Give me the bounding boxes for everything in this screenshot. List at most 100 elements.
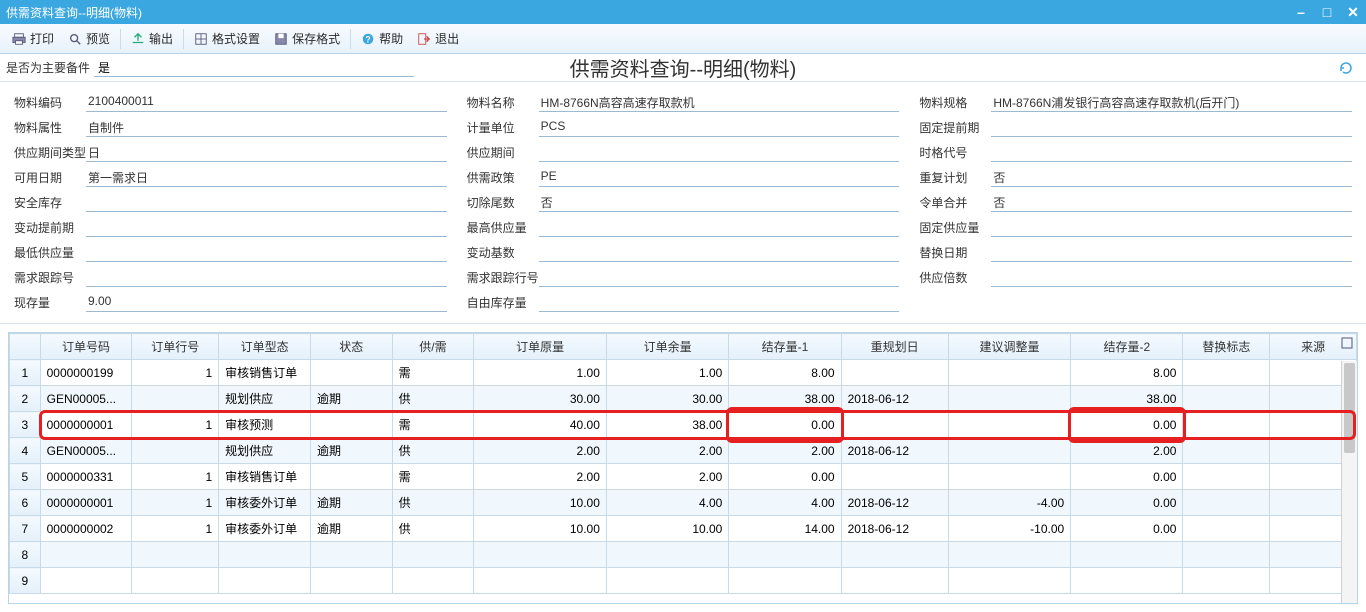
table-cell[interactable]: [841, 360, 948, 386]
info-value[interactable]: HM-8766N高容高速存取款机: [539, 94, 900, 112]
row-number[interactable]: 5: [10, 464, 41, 490]
scrollbar-thumb[interactable]: [1344, 363, 1355, 453]
table-cell[interactable]: [132, 542, 219, 568]
table-cell[interactable]: [132, 568, 219, 594]
preview-button[interactable]: 预览: [62, 28, 116, 49]
table-cell[interactable]: 1: [132, 516, 219, 542]
table-cell[interactable]: [392, 542, 474, 568]
table-cell[interactable]: 审核销售订单: [219, 464, 311, 490]
table-cell[interactable]: 30.00: [606, 386, 728, 412]
info-value[interactable]: [991, 219, 1352, 237]
table-cell[interactable]: GEN00005...: [40, 438, 132, 464]
table-cell[interactable]: 14.00: [729, 516, 841, 542]
table-cell[interactable]: 审核预测: [219, 412, 311, 438]
table-cell[interactable]: 需: [392, 412, 474, 438]
table-cell[interactable]: [948, 438, 1070, 464]
table-cell[interactable]: 逾期: [311, 438, 393, 464]
table-cell[interactable]: [948, 542, 1070, 568]
table-cell[interactable]: 30.00: [474, 386, 607, 412]
table-cell[interactable]: 2018-06-12: [841, 516, 948, 542]
table-cell[interactable]: [1183, 490, 1270, 516]
table-cell[interactable]: -10.00: [948, 516, 1070, 542]
print-button[interactable]: 打印: [6, 28, 60, 49]
column-header[interactable]: 结存量-2: [1071, 334, 1183, 360]
table-cell[interactable]: 供: [392, 490, 474, 516]
table-row[interactable]: 600000000011审核委外订单逾期供10.004.004.002018-0…: [10, 490, 1357, 516]
format-button[interactable]: 格式设置: [188, 28, 266, 49]
table-cell[interactable]: 0.00: [1071, 412, 1183, 438]
row-number[interactable]: 1: [10, 360, 41, 386]
row-number[interactable]: 3: [10, 412, 41, 438]
info-value[interactable]: PCS: [539, 119, 900, 137]
table-cell[interactable]: 38.00: [729, 386, 841, 412]
table-cell[interactable]: [948, 568, 1070, 594]
table-cell[interactable]: [1183, 464, 1270, 490]
info-value[interactable]: [991, 144, 1352, 162]
table-cell[interactable]: 4.00: [729, 490, 841, 516]
row-number[interactable]: 4: [10, 438, 41, 464]
table-cell[interactable]: [729, 542, 841, 568]
table-cell[interactable]: [1071, 542, 1183, 568]
table-cell[interactable]: 2.00: [729, 438, 841, 464]
table-cell[interactable]: 0.00: [729, 412, 841, 438]
table-cell[interactable]: [132, 386, 219, 412]
table-cell[interactable]: [1071, 568, 1183, 594]
table-cell[interactable]: [311, 568, 393, 594]
column-header[interactable]: 结存量-1: [729, 334, 841, 360]
info-value[interactable]: [539, 294, 900, 312]
info-value[interactable]: 第一需求日: [86, 169, 447, 187]
column-header[interactable]: [10, 334, 41, 360]
close-button[interactable]: ✕: [1346, 5, 1360, 19]
column-header[interactable]: 订单号码: [40, 334, 132, 360]
table-cell[interactable]: [841, 568, 948, 594]
row-number[interactable]: 2: [10, 386, 41, 412]
table-row[interactable]: 2GEN00005...规划供应逾期供30.0030.0038.002018-0…: [10, 386, 1357, 412]
table-cell[interactable]: [1183, 568, 1270, 594]
table-cell[interactable]: 8.00: [1071, 360, 1183, 386]
table-cell[interactable]: 2.00: [606, 438, 728, 464]
table-row[interactable]: 4GEN00005...规划供应逾期供2.002.002.002018-06-1…: [10, 438, 1357, 464]
table-cell[interactable]: [948, 360, 1070, 386]
table-cell[interactable]: 2.00: [1071, 438, 1183, 464]
table-cell[interactable]: 供: [392, 516, 474, 542]
table-cell[interactable]: 逾期: [311, 516, 393, 542]
info-value[interactable]: [539, 244, 900, 262]
table-cell[interactable]: 10.00: [474, 516, 607, 542]
info-value[interactable]: 2100400011: [86, 94, 447, 112]
info-value[interactable]: HM-8766N浦发银行高容高速存取款机(后开门): [991, 94, 1352, 112]
table-cell[interactable]: [606, 542, 728, 568]
column-header[interactable]: 建议调整量: [948, 334, 1070, 360]
info-value[interactable]: 自制件: [86, 119, 447, 137]
table-cell[interactable]: 8.00: [729, 360, 841, 386]
column-header[interactable]: 订单余量: [606, 334, 728, 360]
table-cell[interactable]: [948, 464, 1070, 490]
row-number[interactable]: 9: [10, 568, 41, 594]
table-cell[interactable]: 10.00: [474, 490, 607, 516]
exit-button[interactable]: 退出: [411, 28, 465, 49]
info-value[interactable]: [539, 144, 900, 162]
maximize-button[interactable]: □: [1320, 5, 1334, 19]
info-value[interactable]: [991, 269, 1352, 287]
table-cell[interactable]: 40.00: [474, 412, 607, 438]
info-value[interactable]: [86, 219, 447, 237]
table-cell[interactable]: 0.00: [729, 464, 841, 490]
table-cell[interactable]: 供: [392, 386, 474, 412]
minimize-button[interactable]: –: [1294, 5, 1308, 19]
info-value[interactable]: 日: [86, 144, 447, 162]
table-cell[interactable]: [841, 412, 948, 438]
table-cell[interactable]: [311, 360, 393, 386]
table-cell[interactable]: [311, 412, 393, 438]
table-cell[interactable]: [841, 464, 948, 490]
table-cell[interactable]: 0000000001: [40, 490, 132, 516]
table-cell[interactable]: [1183, 360, 1270, 386]
table-cell[interactable]: 1.00: [474, 360, 607, 386]
table-cell[interactable]: 2018-06-12: [841, 438, 948, 464]
table-cell[interactable]: 0000000001: [40, 412, 132, 438]
column-header[interactable]: 供/需: [392, 334, 474, 360]
table-cell[interactable]: 10.00: [606, 516, 728, 542]
info-value[interactable]: [991, 119, 1352, 137]
table-cell[interactable]: [1183, 386, 1270, 412]
column-header[interactable]: 替换标志: [1183, 334, 1270, 360]
info-value[interactable]: [539, 219, 900, 237]
filter-input[interactable]: [94, 58, 414, 77]
